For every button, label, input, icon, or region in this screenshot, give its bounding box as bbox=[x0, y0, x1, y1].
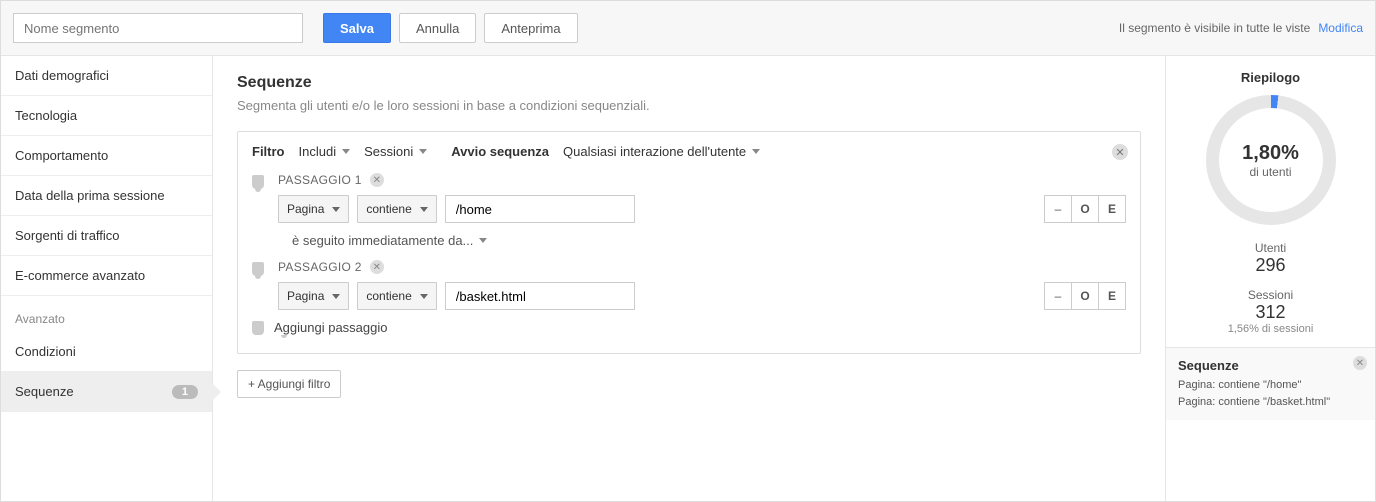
caret-icon bbox=[420, 294, 428, 299]
filter-scope-value: Sessioni bbox=[364, 144, 413, 159]
donut-sub: di utenti bbox=[1249, 165, 1291, 179]
add-filter-button[interactable]: + Aggiungi filtro bbox=[237, 370, 341, 398]
sidebar-item-technology[interactable]: Tecnologia bbox=[1, 96, 212, 136]
sequence-start-value: Qualsiasi interazione dell'utente bbox=[563, 144, 746, 159]
filter-include-dropdown[interactable]: Includi bbox=[299, 144, 351, 159]
step-marker-icon bbox=[252, 321, 264, 335]
condition-actions: – O E bbox=[1045, 195, 1126, 223]
and-button[interactable]: E bbox=[1098, 195, 1126, 223]
sidebar-item-conditions[interactable]: Condizioni bbox=[1, 332, 212, 372]
caret-icon bbox=[419, 149, 427, 154]
condition-actions: – O E bbox=[1045, 282, 1126, 310]
summary-filter-card: ✕ Sequenze Pagina: contiene "/home" Pagi… bbox=[1166, 347, 1375, 420]
dimension-dropdown[interactable]: Pagina bbox=[278, 282, 349, 310]
body: Dati demografici Tecnologia Comportament… bbox=[1, 56, 1375, 501]
preview-button[interactable]: Anteprima bbox=[484, 13, 577, 43]
users-label: Utenti bbox=[1178, 241, 1363, 255]
sidebar-item-behavior[interactable]: Comportamento bbox=[1, 136, 212, 176]
sidebar-item-first-session-date[interactable]: Data della prima sessione bbox=[1, 176, 212, 216]
match-value: contiene bbox=[366, 289, 411, 303]
connector-value: è seguito immediatamente da... bbox=[292, 233, 473, 248]
caret-icon bbox=[752, 149, 760, 154]
sessions-value: 312 bbox=[1178, 302, 1363, 323]
visibility-text: Il segmento è visibile in tutte le viste bbox=[1119, 21, 1310, 35]
users-stat: Utenti 296 bbox=[1178, 241, 1363, 276]
or-button[interactable]: O bbox=[1071, 195, 1099, 223]
caret-icon bbox=[342, 149, 350, 154]
summary-title: Riepilogo bbox=[1178, 70, 1363, 85]
app-root: Salva Annulla Anteprima Il segmento è vi… bbox=[0, 0, 1376, 502]
remove-condition-button[interactable]: – bbox=[1044, 282, 1072, 310]
sidebar-item-label: Condizioni bbox=[15, 344, 76, 359]
summary-card-line: Pagina: contiene "/home" bbox=[1178, 377, 1363, 394]
caret-icon bbox=[332, 294, 340, 299]
caret-icon bbox=[479, 238, 487, 243]
caret-icon bbox=[332, 207, 340, 212]
sessions-label: Sessioni bbox=[1178, 288, 1363, 302]
remove-condition-button[interactable]: – bbox=[1044, 195, 1072, 223]
top-toolbar: Salva Annulla Anteprima Il segmento è vi… bbox=[1, 1, 1375, 56]
sidebar: Dati demografici Tecnologia Comportament… bbox=[1, 56, 213, 501]
summary-card-title: Sequenze bbox=[1178, 358, 1363, 373]
dimension-value: Pagina bbox=[287, 202, 324, 216]
steps-container: PASSAGGIO 1 ✕ Pagina contiene bbox=[278, 173, 1126, 335]
sessions-stat: Sessioni 312 1,56% di sessioni bbox=[1178, 288, 1363, 335]
step-marker-icon bbox=[252, 262, 264, 276]
step-2-title: PASSAGGIO 2 bbox=[278, 260, 362, 274]
filter-scope-dropdown[interactable]: Sessioni bbox=[364, 144, 427, 159]
step-2-condition-row: Pagina contiene – O E bbox=[278, 282, 1126, 310]
or-button[interactable]: O bbox=[1071, 282, 1099, 310]
page-subtitle: Segmenta gli utenti e/o le loro sessioni… bbox=[237, 98, 1141, 113]
step-1: PASSAGGIO 1 ✕ Pagina contiene bbox=[278, 173, 1126, 248]
step-2: PASSAGGIO 2 ✕ Pagina contiene bbox=[278, 260, 1126, 310]
save-button[interactable]: Salva bbox=[323, 13, 391, 43]
dimension-value: Pagina bbox=[287, 289, 324, 303]
cancel-button[interactable]: Annulla bbox=[399, 13, 476, 43]
remove-step-button[interactable]: ✕ bbox=[370, 173, 384, 187]
sequences-count-badge: 1 bbox=[172, 385, 198, 399]
donut-chart: 1,80% di utenti bbox=[1206, 95, 1336, 225]
donut-center: 1,80% di utenti bbox=[1206, 95, 1336, 225]
dimension-dropdown[interactable]: Pagina bbox=[278, 195, 349, 223]
and-button[interactable]: E bbox=[1098, 282, 1126, 310]
step-1-condition-row: Pagina contiene – O E bbox=[278, 195, 1126, 223]
condition-value-input[interactable] bbox=[445, 282, 635, 310]
modify-link[interactable]: Modifica bbox=[1318, 21, 1363, 35]
add-step-button[interactable]: Aggiungi passaggio bbox=[274, 320, 387, 335]
sidebar-item-ecommerce[interactable]: E-commerce avanzato bbox=[1, 256, 212, 296]
sidebar-item-sequences[interactable]: Sequenze 1 bbox=[1, 372, 212, 412]
step-1-title: PASSAGGIO 1 bbox=[278, 173, 362, 187]
users-value: 296 bbox=[1178, 255, 1363, 276]
match-value: contiene bbox=[366, 202, 411, 216]
condition-value-input[interactable] bbox=[445, 195, 635, 223]
filter-box: ✕ Filtro Includi Sessioni Avvio sequenza… bbox=[237, 131, 1141, 354]
step-marker-icon bbox=[252, 175, 264, 189]
segment-name-input[interactable] bbox=[13, 13, 303, 43]
donut-percent: 1,80% bbox=[1242, 142, 1299, 165]
filter-include-value: Includi bbox=[299, 144, 337, 159]
summary-card-line: Pagina: contiene "/basket.html" bbox=[1178, 394, 1363, 411]
remove-step-button[interactable]: ✕ bbox=[370, 260, 384, 274]
connector-dropdown[interactable]: è seguito immediatamente da... bbox=[292, 233, 487, 248]
sidebar-item-demographics[interactable]: Dati demografici bbox=[1, 56, 212, 96]
caret-icon bbox=[420, 207, 428, 212]
sequence-start-dropdown[interactable]: Qualsiasi interazione dell'utente bbox=[563, 144, 760, 159]
filter-header-row: Filtro Includi Sessioni Avvio sequenza Q… bbox=[252, 144, 1126, 159]
sessions-sub: 1,56% di sessioni bbox=[1178, 323, 1363, 335]
sequence-start-label: Avvio sequenza bbox=[451, 144, 549, 159]
match-type-dropdown[interactable]: contiene bbox=[357, 195, 436, 223]
match-type-dropdown[interactable]: contiene bbox=[357, 282, 436, 310]
page-title: Sequenze bbox=[237, 74, 1141, 92]
filter-label: Filtro bbox=[252, 144, 285, 159]
main-panel: Sequenze Segmenta gli utenti e/o le loro… bbox=[213, 56, 1165, 501]
step-connector: è seguito immediatamente da... bbox=[292, 233, 1126, 248]
summary-panel: Riepilogo 1,80% di utenti Utenti 296 Ses… bbox=[1165, 56, 1375, 501]
add-step-row: Aggiungi passaggio bbox=[278, 320, 1126, 335]
sidebar-group-advanced-label: Avanzato bbox=[1, 296, 212, 332]
remove-filter-button[interactable]: ✕ bbox=[1112, 144, 1128, 160]
remove-summary-filter-button[interactable]: ✕ bbox=[1353, 356, 1367, 370]
sidebar-item-label: Sequenze bbox=[15, 384, 74, 399]
sidebar-item-traffic-sources[interactable]: Sorgenti di traffico bbox=[1, 216, 212, 256]
